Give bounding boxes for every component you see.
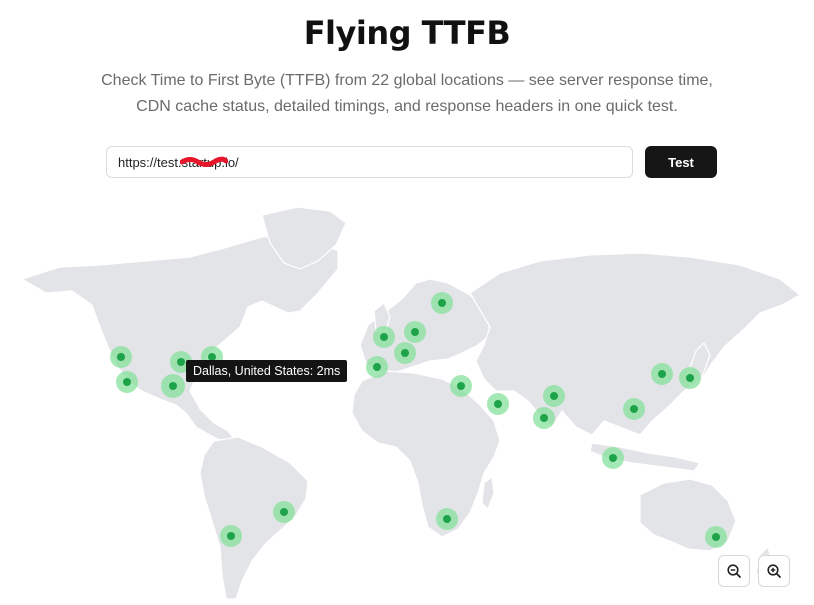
redaction-mark (180, 156, 228, 167)
location-marker-dallas[interactable] (161, 374, 185, 398)
test-button[interactable]: Test (645, 146, 717, 178)
page-subtitle: Check Time to First Byte (TTFB) from 22 … (60, 68, 754, 120)
location-marker[interactable] (705, 526, 727, 548)
africa-landmass (351, 370, 501, 538)
location-marker[interactable] (394, 342, 416, 364)
location-marker[interactable] (602, 447, 624, 469)
zoom-in-icon (767, 564, 781, 578)
world-map[interactable] (0, 195, 814, 605)
location-marker[interactable] (116, 371, 138, 393)
location-marker[interactable] (533, 407, 555, 429)
location-marker[interactable] (273, 501, 295, 523)
zoom-in-button[interactable] (758, 555, 790, 587)
zoom-out-button[interactable] (718, 555, 750, 587)
subtitle-line-1: Check Time to First Byte (TTFB) from 22 … (101, 72, 713, 89)
zoom-out-icon (727, 564, 741, 578)
location-marker[interactable] (436, 508, 458, 530)
location-marker[interactable] (623, 398, 645, 420)
location-marker[interactable] (366, 356, 388, 378)
location-marker[interactable] (543, 385, 565, 407)
madagascar-landmass (481, 475, 495, 511)
location-marker[interactable] (487, 393, 509, 415)
page: Flying TTFB Check Time to First Byte (TT… (0, 0, 814, 605)
page-title: Flying TTFB (303, 14, 511, 52)
location-marker[interactable] (651, 363, 673, 385)
location-marker[interactable] (220, 525, 242, 547)
subtitle-line-2: CDN cache status, detailed timings, and … (136, 98, 678, 115)
location-marker[interactable] (373, 326, 395, 348)
location-marker[interactable] (450, 375, 472, 397)
location-marker[interactable] (679, 367, 701, 389)
location-marker[interactable] (404, 321, 426, 343)
location-tooltip: Dallas, United States: 2ms (186, 360, 348, 382)
location-marker[interactable] (110, 346, 132, 368)
location-marker[interactable] (431, 292, 453, 314)
north-america-landmass (20, 234, 339, 444)
